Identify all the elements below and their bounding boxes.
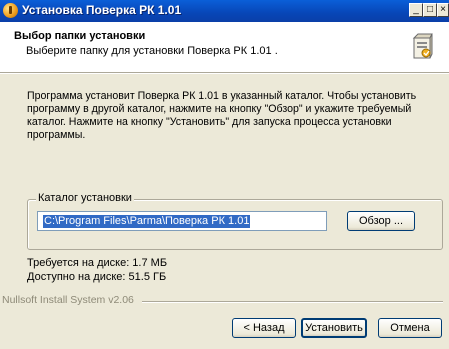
page-subtitle: Выберите папку для установки Поверка РК … — [26, 45, 278, 57]
nsis-branding: Nullsoft Install System v2.06 — [2, 294, 134, 306]
minimize-button[interactable]: _ — [409, 3, 423, 17]
cancel-button[interactable]: Отмена — [378, 318, 442, 338]
maximize-icon: □ — [426, 4, 434, 15]
space-available: Доступно на диске: 51.5 ГБ — [27, 271, 167, 283]
back-button[interactable]: < Назад — [232, 318, 296, 338]
browse-button[interactable]: Обзор ... — [347, 211, 415, 231]
page-header: Выбор папки установки Выберите папку для… — [0, 22, 449, 73]
minimize-icon: _ — [413, 4, 419, 15]
window-title: Установка Поверка РК 1.01 — [22, 3, 182, 17]
install-path-value: C:\Program Files\Parma\Поверка РК 1.01 — [43, 215, 251, 228]
install-description: Программа установит Поверка РК 1.01 в ук… — [27, 90, 417, 141]
close-button[interactable]: × — [437, 3, 449, 17]
install-button[interactable]: Установить — [301, 318, 367, 338]
footer-divider — [142, 301, 443, 303]
close-icon: × — [440, 4, 446, 15]
installer-app-icon — [3, 3, 18, 18]
space-required: Требуется на диске: 1.7 МБ — [27, 257, 168, 269]
maximize-button[interactable]: □ — [423, 3, 437, 17]
title-bar: Установка Поверка РК 1.01 _ □ × — [0, 0, 449, 22]
install-path-input[interactable]: C:\Program Files\Parma\Поверка РК 1.01 — [37, 211, 327, 231]
install-dir-legend: Каталог установки — [36, 192, 134, 204]
page-title: Выбор папки установки — [14, 30, 146, 42]
installer-box-icon — [412, 33, 433, 59]
